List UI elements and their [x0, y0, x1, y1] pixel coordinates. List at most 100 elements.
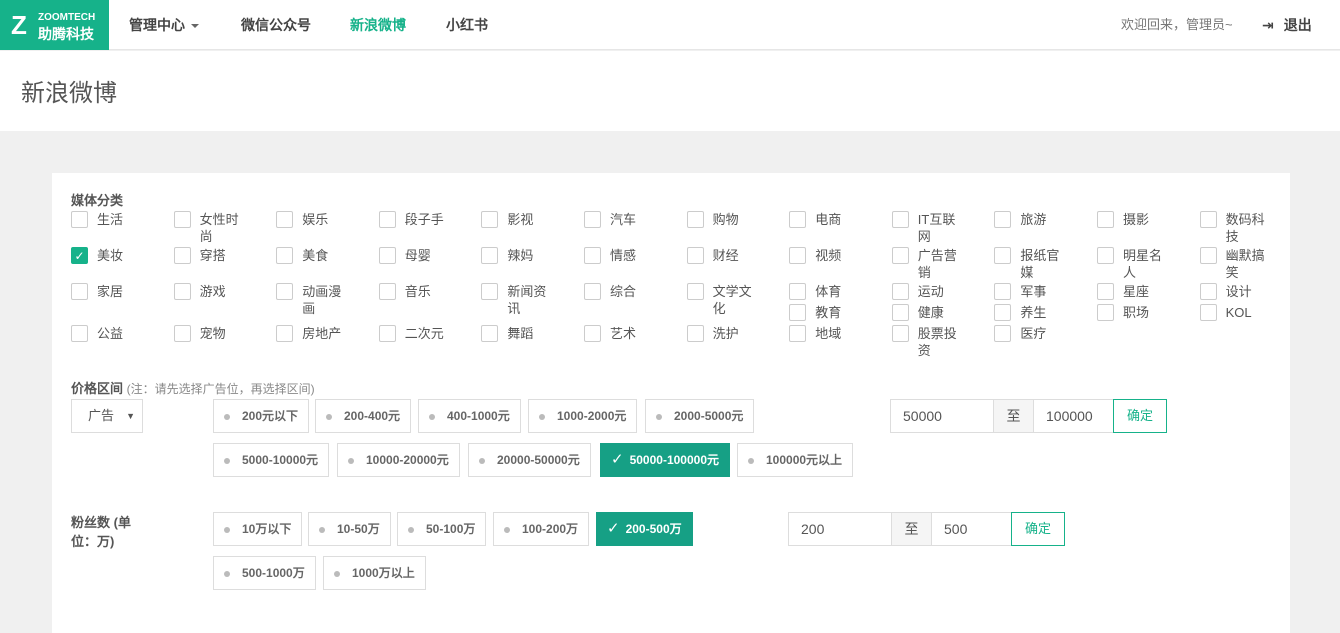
checkbox-label: 股票投资: [918, 325, 962, 359]
price-to-label: 至: [993, 399, 1034, 433]
checkbox-icon: [71, 211, 88, 228]
checkbox-label: 美食: [302, 247, 346, 264]
fans-label: 粉丝数 (单位：万): [71, 513, 141, 551]
checkbox-icon: [276, 211, 293, 228]
checkbox-icon: [584, 247, 601, 264]
fans-range-option[interactable]: ✓10-50万: [308, 512, 391, 546]
price-range-option[interactable]: ✓200-400元: [315, 399, 411, 433]
top-nav: Z ZOOMTECH 助腾科技 管理中心 微信公众号 新浪微博 小红书 欢迎回来…: [0, 0, 1340, 50]
bullet-icon: [479, 458, 485, 464]
fans-max-input[interactable]: 500: [931, 512, 1012, 546]
checkbox-label: 数码科技: [1226, 211, 1270, 245]
fans-confirm-button[interactable]: 确定: [1011, 512, 1065, 546]
option-label: 500-1000万: [242, 566, 305, 580]
price-range-option[interactable]: ✓20000-50000元: [468, 443, 591, 477]
checkbox-label: 游戏: [200, 283, 244, 300]
checkbox-icon: [584, 211, 601, 228]
option-label: 20000-50000元: [497, 453, 580, 467]
price-confirm-button[interactable]: 确定: [1113, 399, 1167, 433]
checkbox-icon: [892, 325, 909, 342]
ad-position-select[interactable]: 广告▼: [71, 399, 143, 433]
checkbox-label: 娱乐: [302, 211, 346, 228]
check-icon: ✓: [607, 520, 620, 537]
nav-xiaohongshu[interactable]: 小红书: [446, 0, 488, 50]
bullet-icon: [408, 527, 414, 533]
checkbox-icon: [687, 325, 704, 342]
checkbox-label: 明星名人: [1123, 247, 1167, 281]
fans-min-input[interactable]: 200: [788, 512, 892, 546]
caret-down-icon: [191, 24, 199, 28]
price-range-option[interactable]: ✓400-1000元: [418, 399, 521, 433]
price-range-option[interactable]: ✓200元以下: [213, 399, 309, 433]
checkbox-icon: [481, 325, 498, 342]
nav-wechat[interactable]: 微信公众号: [241, 0, 311, 50]
checkbox-label: 母婴: [405, 247, 449, 264]
bullet-icon: [334, 571, 340, 577]
checkbox-icon: [892, 211, 909, 228]
checkbox-label: KOL: [1226, 304, 1270, 321]
checkbox-icon: [71, 283, 88, 300]
checkbox-icon: [789, 247, 806, 264]
option-label: 100-200万: [522, 522, 578, 536]
bullet-icon: [326, 414, 332, 420]
fans-to-label: 至: [891, 512, 932, 546]
checkbox-icon: [379, 211, 396, 228]
checkbox-label: 美妆: [97, 247, 141, 264]
price-range-option[interactable]: ✓10000-20000元: [337, 443, 460, 477]
checkbox-label: 摄影: [1123, 211, 1167, 228]
price-max-input[interactable]: 100000: [1033, 399, 1114, 433]
checkbox-icon: [994, 247, 1011, 264]
bullet-icon: [656, 414, 662, 420]
checkbox-icon: [174, 325, 191, 342]
fans-range-option[interactable]: ✓1000万以上: [323, 556, 426, 590]
price-range-option[interactable]: ✓1000-2000元: [528, 399, 637, 433]
checkbox-icon: [174, 283, 191, 300]
bullet-icon: [504, 527, 510, 533]
checkbox-label: 洗护: [713, 325, 757, 342]
checkbox-label: 广告营销: [918, 247, 962, 281]
checkbox-label: 段子手: [405, 211, 449, 228]
price-note: (注：请先选择广告位，再选择区间): [127, 382, 315, 396]
checkbox-icon: [994, 304, 1011, 321]
fans-range-option[interactable]: ✓500-1000万: [213, 556, 316, 590]
fans-range-option[interactable]: ✓100-200万: [493, 512, 589, 546]
bullet-icon: [429, 414, 435, 420]
checkbox-label: 财经: [713, 247, 757, 264]
checkbox-label: 旅游: [1020, 211, 1064, 228]
checkbox-icon: [789, 211, 806, 228]
checkbox-icon: [1097, 304, 1114, 321]
logo-text-cn: 助腾科技: [38, 24, 94, 44]
checkbox-icon: [379, 325, 396, 342]
checkbox-icon: [1200, 283, 1217, 300]
checkbox-label: 生活: [97, 211, 141, 228]
fans-range-option[interactable]: ✓10万以下: [213, 512, 302, 546]
price-label-text: 价格区间: [71, 381, 123, 396]
price-range-option[interactable]: ✓50000-100000元: [600, 443, 730, 477]
checkbox-icon: [174, 247, 191, 264]
fans-range-option[interactable]: ✓200-500万: [596, 512, 693, 546]
checkbox-label: 舞蹈: [507, 325, 551, 342]
fans-range-option[interactable]: ✓50-100万: [397, 512, 486, 546]
price-label: 价格区间 (注：请先选择广告位，再选择区间): [71, 378, 315, 397]
checkbox-label: 地域: [815, 325, 859, 342]
logo[interactable]: Z ZOOMTECH 助腾科技: [0, 0, 109, 50]
checkbox-label: 体育: [815, 283, 859, 300]
price-min-input[interactable]: 50000: [890, 399, 994, 433]
nav-admin-center[interactable]: 管理中心: [129, 0, 199, 50]
checkbox-label: 医疗: [1020, 325, 1064, 342]
price-range-option[interactable]: ✓100000元以上: [737, 443, 853, 477]
option-label: 200-400元: [344, 409, 400, 423]
checkbox-label: 公益: [97, 325, 141, 342]
logo-mark-icon: Z: [11, 12, 27, 38]
logout-button[interactable]: ⇥退出: [1262, 0, 1312, 50]
price-range-option[interactable]: ✓2000-5000元: [645, 399, 754, 433]
price-range-option[interactable]: ✓5000-10000元: [213, 443, 329, 477]
checkbox-icon: ✓: [71, 247, 88, 264]
nav-weibo[interactable]: 新浪微博: [350, 0, 406, 50]
checkbox-icon: [481, 247, 498, 264]
option-label: 50000-100000元: [630, 453, 719, 467]
checkbox-label: 汽车: [610, 211, 654, 228]
checkbox-label: 职场: [1123, 304, 1167, 321]
checkbox-label: 购物: [713, 211, 757, 228]
checkbox-icon: [71, 325, 88, 342]
